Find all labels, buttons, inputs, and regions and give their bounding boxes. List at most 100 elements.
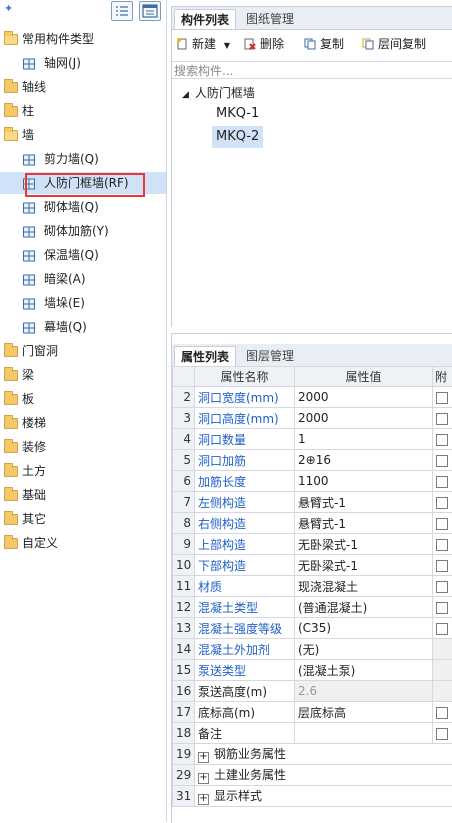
property-value[interactable]: 悬臂式-1: [295, 492, 433, 513]
tree-item[interactable]: 砌体墙(Q): [0, 196, 166, 218]
attach-checkbox[interactable]: [436, 518, 448, 530]
property-row[interactable]: 10下部构造无卧梁式-1: [173, 555, 452, 576]
property-value[interactable]: 1: [295, 429, 433, 450]
property-group-row[interactable]: 29+土建业务属性: [173, 765, 452, 786]
property-row[interactable]: 12混凝土类型(普通混凝土): [173, 597, 452, 618]
tree-item[interactable]: 柱: [0, 100, 166, 122]
property-group-row[interactable]: 19+钢筋业务属性: [173, 744, 452, 765]
list-view-icon[interactable]: [111, 1, 133, 21]
property-row[interactable]: 13混凝土强度等级(C35): [173, 618, 452, 639]
tab-drawing-management[interactable]: 图纸管理: [240, 9, 300, 29]
tree-item[interactable]: 轴网(J): [0, 52, 166, 74]
add-star-icon[interactable]: ✦: [4, 2, 13, 15]
tree-item[interactable]: 常用构件类型: [0, 28, 166, 50]
tree-item[interactable]: 装修: [0, 436, 166, 458]
tree-item[interactable]: 轴线: [0, 76, 166, 98]
delete-button[interactable]: 删除: [244, 35, 284, 53]
property-value[interactable]: 层底标高: [295, 702, 433, 723]
layout-view-icon[interactable]: [139, 1, 161, 21]
property-value[interactable]: (无): [295, 639, 433, 660]
attach-checkbox[interactable]: [436, 476, 448, 488]
tree-item[interactable]: 墙垛(E): [0, 292, 166, 314]
tree-item[interactable]: 保温墙(Q): [0, 244, 166, 266]
tree-item[interactable]: 梁: [0, 364, 166, 386]
property-row[interactable]: 16泵送高度(m)2.6: [173, 681, 452, 702]
tree-item[interactable]: 其它: [0, 508, 166, 530]
collapse-triangle-icon[interactable]: ◢: [182, 90, 189, 100]
property-row[interactable]: 7左侧构造悬臂式-1: [173, 492, 452, 513]
tree-item[interactable]: 板: [0, 388, 166, 410]
attach-checkbox[interactable]: [436, 602, 448, 614]
folder-icon: [4, 464, 18, 478]
property-row[interactable]: 8右侧构造悬臂式-1: [173, 513, 452, 534]
component-search-input[interactable]: 搜索构件...: [172, 61, 452, 79]
component-item-mkq1[interactable]: MKQ-1: [212, 103, 263, 125]
attach-checkbox[interactable]: [436, 413, 448, 425]
group-cell[interactable]: +钢筋业务属性: [195, 744, 452, 765]
property-value[interactable]: (混凝土泵): [295, 660, 433, 681]
property-row[interactable]: 2洞口宽度(mm)2000: [173, 387, 452, 408]
property-row[interactable]: 18备注: [173, 723, 452, 744]
floor-copy-button[interactable]: 层间复制: [362, 35, 426, 53]
tree-item-label: 门窗洞: [22, 340, 58, 362]
new-button[interactable]: 新建 ▼: [176, 35, 230, 53]
row-index: 4: [173, 429, 195, 450]
tree-item[interactable]: 剪力墙(Q): [0, 148, 166, 170]
expand-plus-icon[interactable]: +: [198, 752, 209, 763]
component-tree-root[interactable]: ◢人防门框墙: [182, 83, 255, 103]
tab-layer-management[interactable]: 图层管理: [240, 346, 300, 366]
property-row[interactable]: 4洞口数量1: [173, 429, 452, 450]
tree-item[interactable]: 楼梯: [0, 412, 166, 434]
property-value[interactable]: 2000: [295, 387, 433, 408]
attach-checkbox[interactable]: [436, 560, 448, 572]
group-cell[interactable]: +显示样式: [195, 786, 452, 807]
property-row[interactable]: 15泵送类型(混凝土泵): [173, 660, 452, 681]
tree-item[interactable]: 自定义: [0, 532, 166, 554]
property-value[interactable]: 无卧梁式-1: [295, 555, 433, 576]
property-value[interactable]: 1100: [295, 471, 433, 492]
property-row[interactable]: 3洞口高度(mm)2000: [173, 408, 452, 429]
copy-button[interactable]: 复制: [304, 35, 344, 53]
property-row[interactable]: 14混凝土外加剂(无): [173, 639, 452, 660]
property-value[interactable]: [295, 723, 433, 744]
component-item-mkq2[interactable]: MKQ-2: [212, 126, 263, 148]
attach-checkbox[interactable]: [436, 497, 448, 509]
property-row[interactable]: 6加筋长度1100: [173, 471, 452, 492]
tree-item[interactable]: 门窗洞: [0, 340, 166, 362]
tree-item[interactable]: 土方: [0, 460, 166, 482]
tree-item[interactable]: 砌体加筋(Y): [0, 220, 166, 242]
shear-wall-icon: [22, 152, 36, 166]
tree-item[interactable]: 基础: [0, 484, 166, 506]
property-value[interactable]: 悬臂式-1: [295, 513, 433, 534]
property-value[interactable]: 2000: [295, 408, 433, 429]
property-value[interactable]: 无卧梁式-1: [295, 534, 433, 555]
property-row[interactable]: 5洞口加筋2⊕16: [173, 450, 452, 471]
tree-item[interactable]: 幕墙(Q): [0, 316, 166, 338]
tree-item-label: 梁: [22, 364, 34, 386]
property-row[interactable]: 17底标高(m)层底标高: [173, 702, 452, 723]
tree-item[interactable]: 墙: [0, 124, 166, 146]
property-row[interactable]: 11材质现浇混凝土: [173, 576, 452, 597]
property-value[interactable]: 现浇混凝土: [295, 576, 433, 597]
property-row[interactable]: 9上部构造无卧梁式-1: [173, 534, 452, 555]
property-group-row[interactable]: 31+显示样式: [173, 786, 452, 807]
new-dropdown-icon[interactable]: ▼: [224, 41, 230, 50]
attach-cell: [433, 408, 452, 429]
attach-checkbox[interactable]: [436, 581, 448, 593]
property-value[interactable]: (C35): [295, 618, 433, 639]
attach-checkbox[interactable]: [436, 728, 448, 740]
attach-checkbox[interactable]: [436, 623, 448, 635]
property-value[interactable]: 2⊕16: [295, 450, 433, 471]
group-cell[interactable]: +土建业务属性: [195, 765, 452, 786]
attach-checkbox[interactable]: [436, 392, 448, 404]
attach-checkbox[interactable]: [436, 455, 448, 467]
attach-checkbox[interactable]: [436, 539, 448, 551]
attach-checkbox[interactable]: [436, 707, 448, 719]
expand-plus-icon[interactable]: +: [198, 794, 209, 805]
tab-component-list[interactable]: 构件列表: [174, 9, 236, 29]
tab-property-list[interactable]: 属性列表: [174, 346, 236, 366]
expand-plus-icon[interactable]: +: [198, 773, 209, 784]
attach-checkbox[interactable]: [436, 434, 448, 446]
tree-item[interactable]: 暗梁(A): [0, 268, 166, 290]
property-value[interactable]: (普通混凝土): [295, 597, 433, 618]
